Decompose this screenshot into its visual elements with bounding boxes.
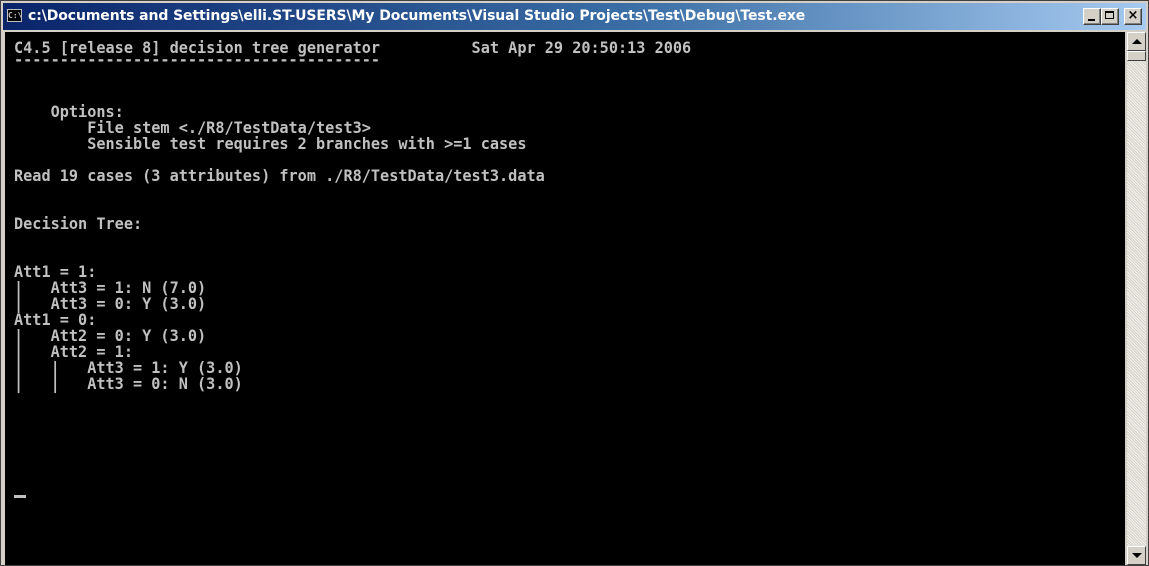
window-title: c:\Documents and Settings\elli.ST-USERS\… [28,8,806,24]
console-line: Read 19 cases (3 attributes) from ./R8/T… [14,166,545,185]
console-line: | | Att3 = 0: N (3.0) [14,374,243,393]
console-line: Decision Tree: [14,214,143,233]
vertical-scrollbar[interactable] [1127,32,1146,565]
console-line: ---------------------------------------- [14,50,381,69]
close-icon: × [1127,8,1139,23]
scroll-thumb[interactable] [1127,51,1146,61]
maximize-button[interactable] [1101,8,1119,25]
title-bar[interactable]: C:\ c:\Documents and Settings\elli.ST-US… [3,3,1146,30]
console-window: C:\ c:\Documents and Settings\elli.ST-US… [0,0,1149,566]
scroll-up-button[interactable] [1127,32,1146,51]
console-app-icon[interactable]: C:\ [7,9,22,22]
text-cursor [14,495,26,498]
minimize-icon [1088,19,1095,21]
console-line: Sensible test requires 2 branches with >… [14,134,527,153]
close-button[interactable]: × [1124,8,1142,25]
maximize-icon [1105,11,1114,19]
minimize-button[interactable] [1083,8,1101,25]
scroll-down-button[interactable] [1127,546,1146,565]
console-output[interactable]: C4.5 [release 8] decision tree generator… [5,32,1125,565]
scroll-up-arrow-icon [1132,39,1142,44]
scroll-down-arrow-icon [1132,553,1142,558]
